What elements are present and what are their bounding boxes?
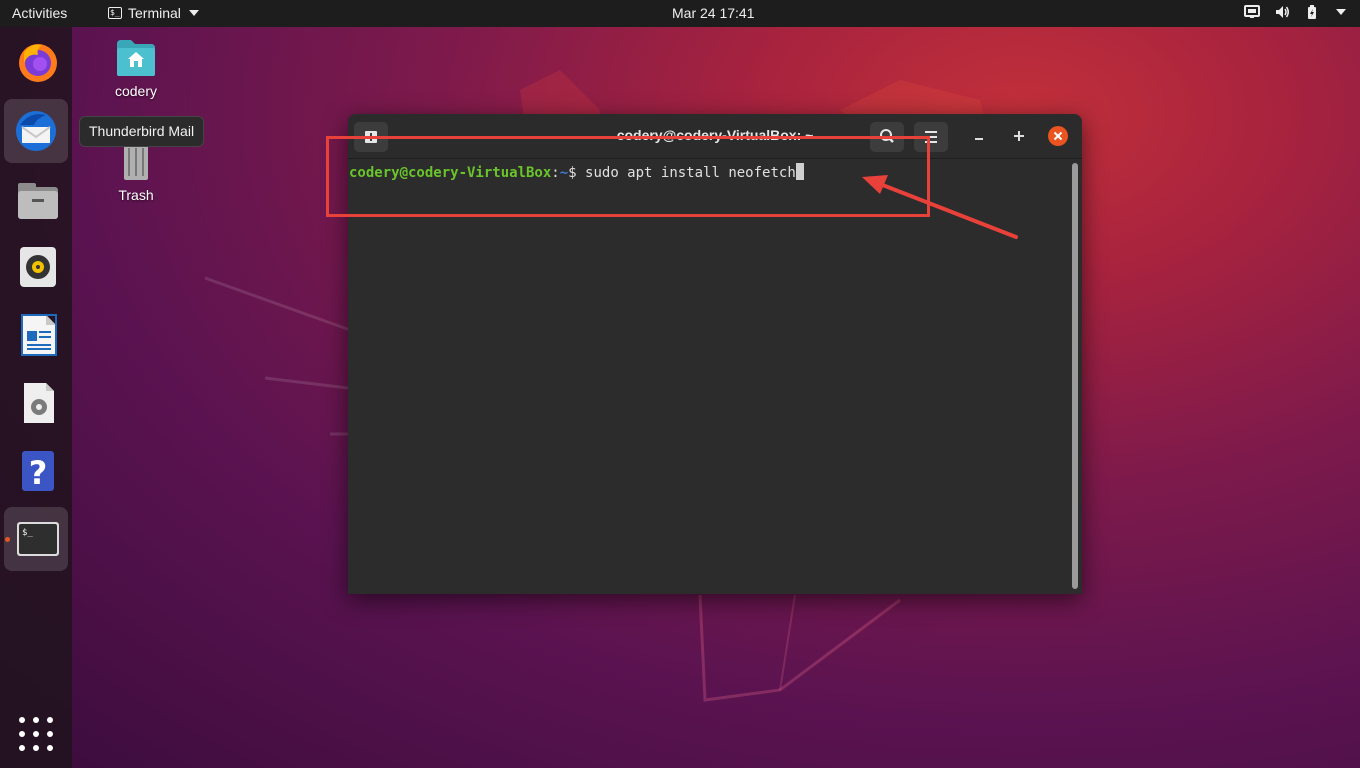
battery-icon	[1308, 5, 1316, 19]
home-folder-icon	[117, 40, 155, 76]
dock-item-libreoffice-writer[interactable]	[4, 303, 68, 367]
dock-item-rhythmbox[interactable]	[4, 235, 68, 299]
desktop-icon-trash[interactable]: Trash	[96, 140, 176, 203]
desktop-icon-home[interactable]: codery	[96, 36, 176, 99]
minimize-icon	[975, 138, 983, 140]
help-icon: ?	[22, 451, 54, 492]
dock-item-files[interactable]	[4, 167, 68, 231]
writer-icon	[21, 314, 57, 356]
system-tray[interactable]	[1244, 4, 1346, 20]
maximize-button[interactable]	[1009, 126, 1029, 146]
chevron-down-icon	[188, 10, 199, 16]
dock-item-thunderbird-mail[interactable]	[4, 99, 68, 163]
files-icon	[18, 183, 58, 219]
app-menu[interactable]: $_ Terminal	[108, 5, 199, 21]
dock-item-help[interactable]: ?	[4, 439, 68, 503]
software-icon	[24, 383, 54, 423]
terminal-body[interactable]: codery@codery-VirtualBox:~$ sudo apt ins…	[348, 159, 1082, 594]
dock-tooltip: Thunderbird Mail	[79, 116, 205, 147]
minimize-button[interactable]	[969, 126, 989, 146]
volume-icon	[1276, 6, 1289, 18]
top-bar: Activities $_ Terminal Mar 24 17:41	[0, 0, 1360, 27]
activities-button[interactable]: Activities	[12, 5, 67, 21]
svg-text:?: ?	[29, 454, 48, 492]
svg-text:$_: $_	[22, 528, 33, 538]
running-indicator	[5, 537, 10, 542]
close-icon	[1053, 131, 1063, 141]
close-button[interactable]	[1048, 126, 1068, 146]
maximize-icon	[1014, 131, 1024, 141]
show-applications-icon[interactable]	[18, 716, 54, 752]
firefox-icon	[19, 44, 57, 82]
terminal-icon: $_	[108, 7, 122, 19]
dock-item-terminal[interactable]: $_	[4, 507, 68, 571]
desktop-icon-label: codery	[114, 83, 158, 99]
dock-item-firefox[interactable]	[4, 31, 68, 95]
chevron-down-icon	[1336, 9, 1346, 15]
desktop-icon-label: Trash	[118, 187, 154, 203]
scrollbar[interactable]	[1072, 163, 1078, 589]
dock: ? $_	[0, 27, 72, 768]
network-icon	[1244, 5, 1260, 18]
terminal-icon: $_	[17, 522, 59, 556]
thunderbird-icon	[16, 111, 56, 151]
dock-item-software[interactable]	[4, 371, 68, 435]
clock[interactable]: Mar 24 17:41	[672, 5, 755, 21]
annotation-highlight-box	[326, 136, 930, 217]
rhythmbox-icon	[20, 247, 56, 287]
app-menu-label: Terminal	[128, 5, 181, 21]
